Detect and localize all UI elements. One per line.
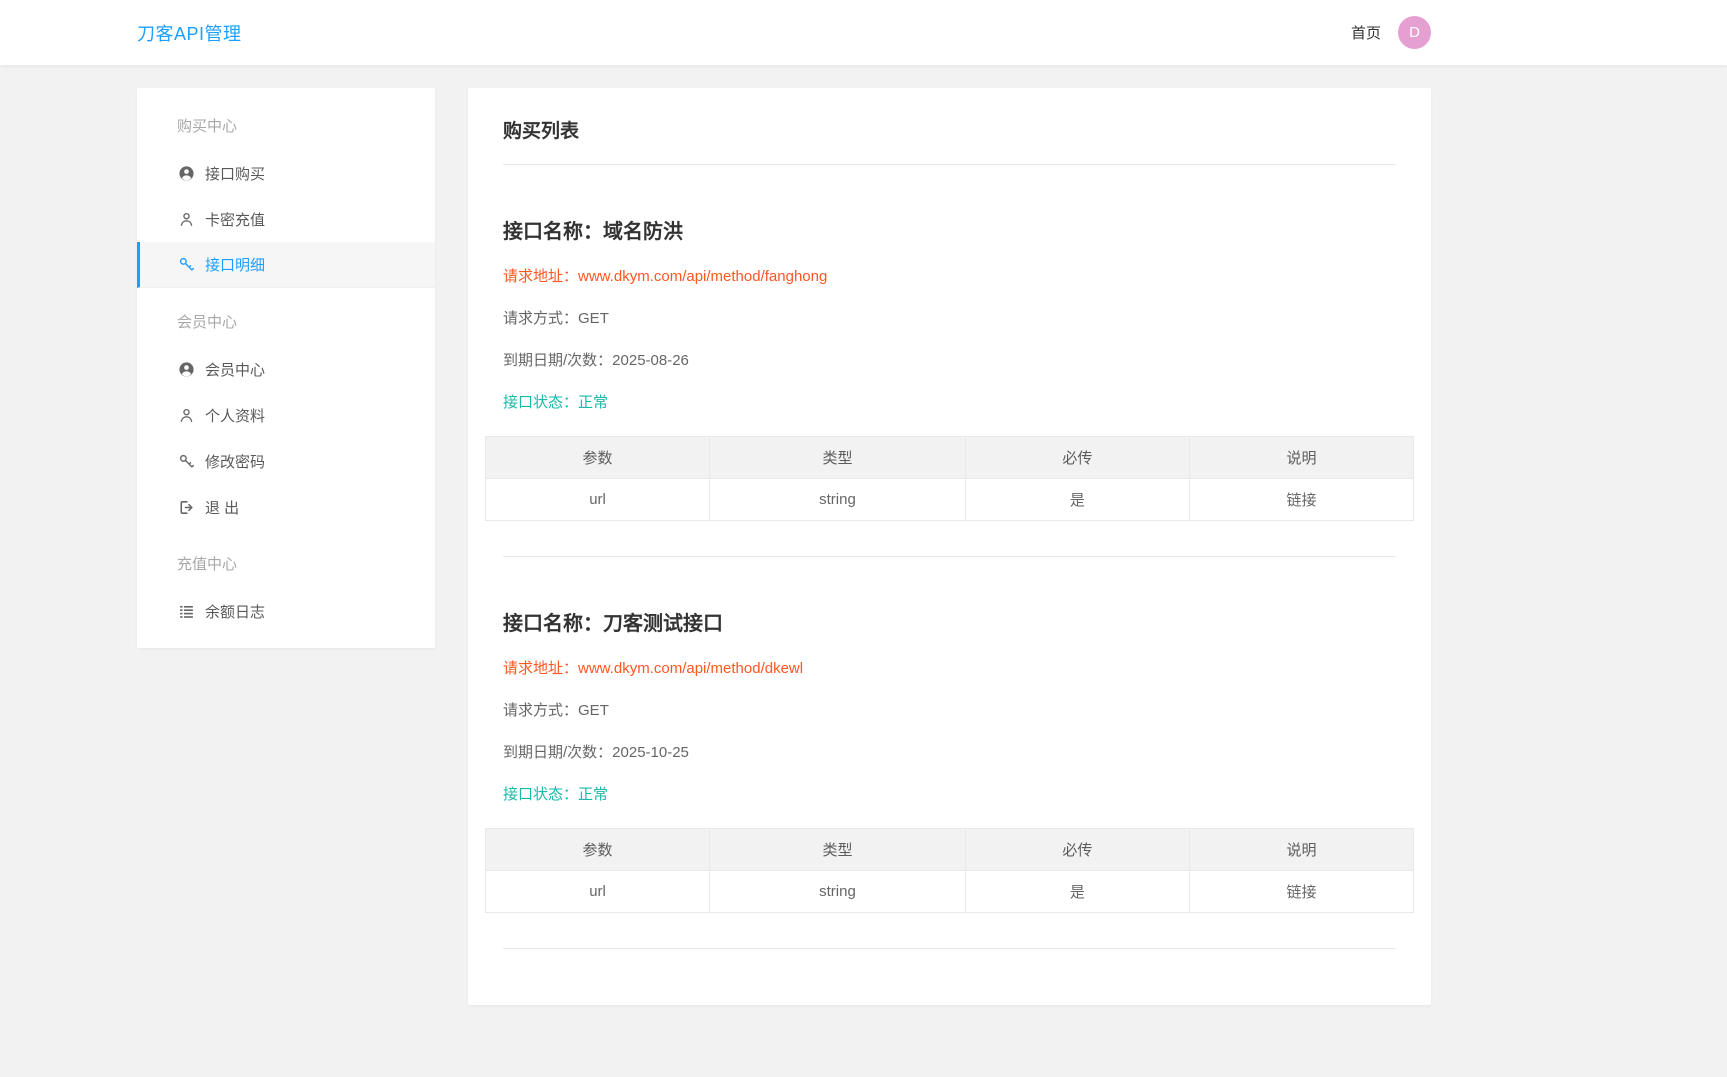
sidebar-item[interactable]: 余额日志: [137, 588, 435, 634]
page-title: 购买列表: [503, 121, 580, 142]
sidebar-item[interactable]: 卡密充值: [137, 196, 435, 242]
api-method-label: 请求方式：: [503, 702, 579, 719]
api-list: 接口名称：域名防洪 请求地址：www.dkym.com/api/method/fa…: [484, 215, 1415, 949]
api-name-label: 接口名称：: [503, 613, 603, 635]
table-row: url string 是链接: [484, 478, 1415, 521]
sidebar-item-label: 接口购买: [205, 165, 266, 183]
api-status-value: 正常: [578, 786, 609, 803]
table-cell: url: [484, 478, 711, 521]
api-url: 请求地址：www.dkym.com/api/method/dkewl: [503, 657, 1396, 678]
sidebar-item[interactable]: 个人资料: [137, 392, 435, 438]
table-cell: string: [709, 478, 966, 521]
sidebar-item-label: 个人资料: [205, 407, 266, 425]
table-cell: 是: [964, 478, 1190, 521]
api-method: 请求方式：GET: [503, 307, 1396, 328]
api-method-value: GET: [578, 702, 609, 719]
sidebar-group-title: 购买中心: [177, 118, 238, 135]
sidebar-item-label: 余额日志: [205, 603, 266, 621]
sidebar-group: 会员中心 会员中心 个人资料 修改密码退 出: [137, 300, 435, 530]
api-card: 接口名称：刀客测试接口请求地址：www.dkym.com/api/method/…: [484, 607, 1415, 949]
key-icon: [177, 452, 195, 470]
sidebar-group: 购买中心接口购买卡密充值接口明细: [137, 104, 435, 288]
api-url-value: www.dkym.com/api/method/fanghong: [578, 268, 828, 285]
params-table: 参数 类型 必传 说明 url string 是链接: [484, 828, 1415, 913]
sidebar-group-title: 充值中心: [177, 556, 238, 573]
sidebar-item[interactable]: 修改密码: [137, 438, 435, 484]
nav-home-link[interactable]: 首页: [1351, 22, 1381, 43]
top-bar: 刀客API管理 首页 D: [0, 0, 1727, 65]
table-cell: 是: [964, 870, 1190, 913]
api-name-value: 域名防洪: [603, 221, 683, 243]
table-cell: 链接: [1188, 870, 1415, 913]
table-header-cell: 必传: [964, 828, 1190, 871]
api-method-value: GET: [578, 310, 609, 327]
api-expire-value: 2025-08-26: [612, 352, 689, 369]
table-header-cell: 参数: [484, 828, 711, 871]
logout-icon: [177, 498, 195, 516]
sidebar-item-label: 退 出: [205, 499, 240, 517]
api-name-value: 刀客测试接口: [603, 613, 723, 635]
api-url-label: 请求地址：: [503, 268, 579, 285]
table-cell: url: [484, 870, 711, 913]
api-card: 接口名称：域名防洪请求地址：www.dkym.com/api/method/fa…: [484, 215, 1415, 557]
api-expire: 到期日期/次数：2025-10-25: [503, 741, 1396, 762]
api-expire-value: 2025-10-25: [612, 744, 689, 761]
api-method: 请求方式：GET: [503, 699, 1396, 720]
table-header-cell: 参数: [484, 436, 711, 479]
table-header-cell: 类型: [709, 436, 966, 479]
sidebar: 购买中心 接口购买 卡密充值 接口明细 会员中心 会员中心 个人资料 修改密码退 出充值中心余…: [137, 88, 435, 648]
api-name: 接口名称：域名防洪: [503, 215, 1396, 244]
sidebar-item-label: 修改密码: [205, 453, 266, 471]
sidebar-item-label: 会员中心: [205, 361, 266, 379]
api-expire: 到期日期/次数：2025-08-26: [503, 349, 1396, 370]
sidebar-group: 充值中心余额日志: [137, 542, 435, 634]
api-url: 请求地址：www.dkym.com/api/method/fanghong: [503, 265, 1396, 286]
api-expire-label: 到期日期/次数：: [503, 352, 613, 369]
sidebar-item[interactable]: 接口明细: [137, 242, 435, 288]
sidebar-item[interactable]: 会员中心: [137, 346, 435, 392]
sidebar-group-title: 会员中心: [177, 314, 238, 331]
api-status-label: 接口状态：: [503, 786, 579, 803]
brand-logo[interactable]: 刀客API管理: [137, 20, 242, 46]
sidebar-item-label: 接口明细: [205, 257, 266, 274]
api-status: 接口状态：正常: [503, 391, 1396, 412]
api-status: 接口状态：正常: [503, 783, 1396, 804]
table-header-cell: 必传: [964, 436, 1190, 479]
section-divider: [503, 948, 1396, 949]
table-cell: 链接: [1188, 478, 1415, 521]
user-circle-icon: [177, 360, 195, 378]
api-url-value: www.dkym.com/api/method/dkewl: [578, 660, 804, 677]
avatar[interactable]: D: [1398, 16, 1431, 49]
title-divider: [503, 164, 1396, 165]
table-header-row: 参数 类型 必传 说明: [484, 436, 1415, 479]
table-header-cell: 说明: [1188, 436, 1415, 479]
top-bar-right: 首页 D: [1351, 16, 1431, 49]
page-layout: 购买中心 接口购买 卡密充值 接口明细 会员中心 会员中心 个人资料 修改密码退 出充值中心余…: [137, 88, 1431, 1005]
api-url-label: 请求地址：: [503, 660, 579, 677]
api-name: 接口名称：刀客测试接口: [503, 607, 1396, 636]
sidebar-item[interactable]: 退 出: [137, 484, 435, 530]
user-outline-icon: [177, 406, 195, 424]
user-outline-icon: [177, 210, 195, 228]
main-card: 购买列表 接口名称：域名防洪 请求地址：www.dkym.com/api/meth…: [468, 88, 1431, 1005]
api-status-label: 接口状态：: [503, 394, 579, 411]
table-header-cell: 类型: [709, 828, 966, 871]
params-table: 参数 类型 必传 说明 url string 是链接: [484, 436, 1415, 521]
section-divider: [503, 556, 1396, 557]
key-icon: [177, 256, 195, 274]
table-header-cell: 说明: [1188, 828, 1415, 871]
api-method-label: 请求方式：: [503, 310, 579, 327]
sidebar-item-label: 卡密充值: [205, 211, 266, 229]
table-header-row: 参数 类型 必传 说明: [484, 828, 1415, 871]
list-icon: [177, 602, 195, 620]
sidebar-item[interactable]: 接口购买: [137, 150, 435, 196]
api-expire-label: 到期日期/次数：: [503, 744, 613, 761]
table-cell: string: [709, 870, 966, 913]
api-status-value: 正常: [578, 394, 609, 411]
user-circle-icon: [177, 164, 195, 182]
top-bar-inner: 刀客API管理 首页 D: [137, 0, 1431, 65]
api-name-label: 接口名称：: [503, 221, 603, 243]
table-row: url string 是链接: [484, 870, 1415, 913]
